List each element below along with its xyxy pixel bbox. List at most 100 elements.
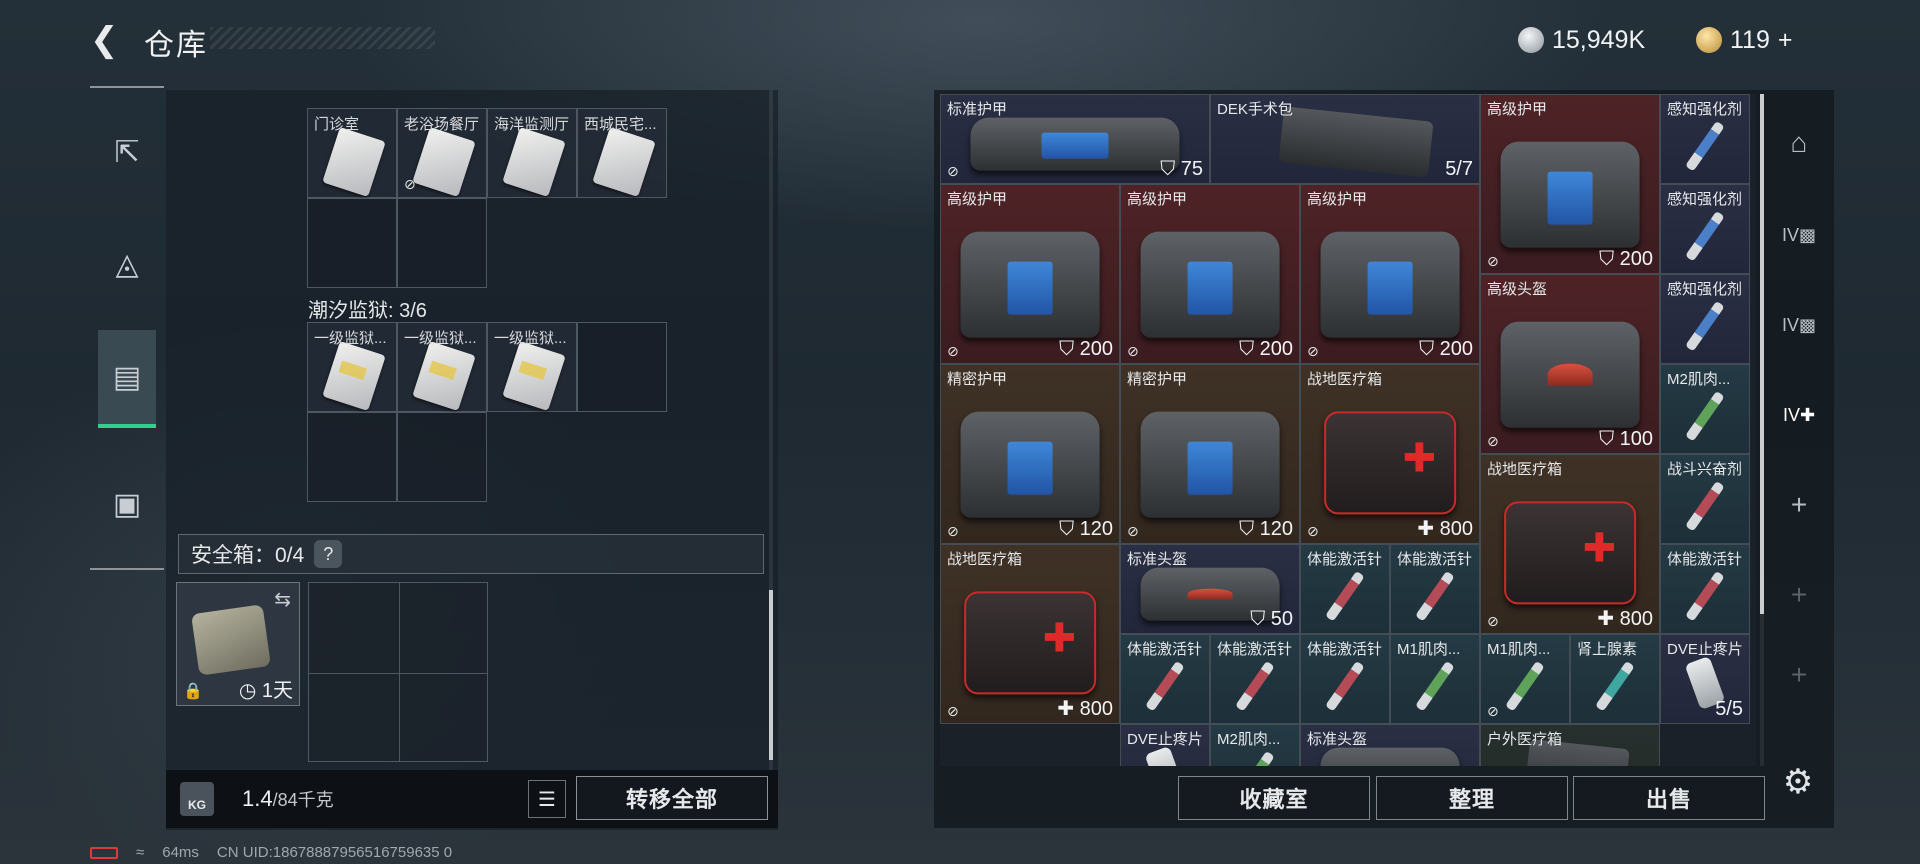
- inventory-item[interactable]: 精密护甲 ⛉ 120 ⊘: [1120, 364, 1300, 544]
- item-art: [1235, 750, 1275, 766]
- inventory-item[interactable]: 高级护甲 ⛉ 200 ⊘: [1480, 94, 1660, 274]
- keycard-art: [412, 341, 476, 411]
- hangar-icon[interactable]: ⌂: [1774, 118, 1824, 168]
- keycard-slot[interactable]: 门诊室: [307, 108, 397, 198]
- keycard-slot[interactable]: 一级监狱...: [487, 322, 577, 412]
- inventory-item[interactable]: 体能激活针: [1210, 634, 1300, 724]
- inventory-item[interactable]: 战地医疗箱 ✚ 800 ⊘: [940, 544, 1120, 724]
- inventory-item[interactable]: 感知强化剂: [1660, 274, 1750, 364]
- inventory-item[interactable]: 体能激活针: [1300, 634, 1390, 724]
- keycard-slot[interactable]: 海洋监测厅: [487, 108, 577, 198]
- safe-case-item[interactable]: ⇆ 🔒 ◷ 1天: [176, 582, 300, 706]
- item-art: [1145, 660, 1185, 712]
- collection-room-button[interactable]: 收藏室: [1178, 776, 1370, 820]
- inventory-item[interactable]: 体能激活针: [1300, 544, 1390, 634]
- inventory-item[interactable]: M1肌肉...: [1390, 634, 1480, 724]
- keycard-label: 老浴场餐厅: [404, 116, 480, 133]
- item-art: [1235, 660, 1275, 712]
- gold-currency[interactable]: 119 +: [1696, 20, 1792, 60]
- item-durability: 5/7: [1445, 158, 1473, 180]
- inventory-item[interactable]: 户外医疗箱: [1480, 724, 1660, 766]
- inventory-item[interactable]: 标准头盔 ⛉ 50: [1120, 544, 1300, 634]
- inventory-item[interactable]: 高级护甲 ⛉ 200 ⊘: [940, 184, 1120, 364]
- help-icon[interactable]: ?: [314, 540, 343, 568]
- inventory-item[interactable]: 精密护甲 ⛉ 120 ⊘: [940, 364, 1120, 544]
- uid-text: CN UID:18678887956516759635 0: [216, 844, 453, 861]
- rail-divider: [90, 86, 164, 88]
- move-all-button[interactable]: 转移全部: [576, 776, 768, 820]
- item-art: [1504, 501, 1636, 605]
- left-scrollbar[interactable]: [769, 90, 773, 770]
- armor-icon[interactable]: ◬: [98, 228, 156, 300]
- no-trade-icon: ⊘: [947, 523, 959, 539]
- inventory-item[interactable]: 标准头盔: [1300, 724, 1480, 766]
- inventory-item[interactable]: 战地医疗箱 ✚ 800 ⊘: [1480, 454, 1660, 634]
- item-name: 感知强化剂: [1667, 101, 1743, 118]
- item-durability: ⛉ 100: [1599, 428, 1653, 450]
- inventory-item[interactable]: 体能激活针: [1120, 634, 1210, 724]
- card-group-2: 一级监狱... 一级监狱... 一级监狱...: [307, 322, 669, 504]
- pistol-icon[interactable]: ⇱: [98, 116, 156, 188]
- inventory-item[interactable]: 战地医疗箱 ✚ 800 ⊘: [1300, 364, 1480, 544]
- plus-icon[interactable]: +: [1774, 570, 1824, 620]
- backpack-icon[interactable]: ▤: [98, 330, 156, 428]
- keycard-slot[interactable]: 一级监狱...: [307, 322, 397, 412]
- safe-box-slots: [308, 582, 488, 762]
- plus-icon[interactable]: +: [1774, 480, 1824, 530]
- cabinet-iv-icon[interactable]: IV▩: [1774, 210, 1824, 260]
- keycard-art: [322, 341, 386, 411]
- inventory-item[interactable]: DVE止疼片: [1120, 724, 1210, 766]
- right-scrollbar[interactable]: [1760, 94, 1764, 766]
- list-view-button[interactable]: ☰: [528, 780, 566, 818]
- toolbox-icon[interactable]: ▣: [98, 468, 156, 540]
- inventory-item[interactable]: M2肌肉...: [1660, 364, 1750, 454]
- keycard-label: 一级监狱...: [494, 330, 567, 347]
- silver-currency: 15,949K: [1518, 20, 1645, 60]
- item-name: 精密护甲: [947, 371, 1008, 388]
- inventory-item[interactable]: 战斗兴奋剂: [1660, 454, 1750, 544]
- gear-icon[interactable]: ⚙: [1778, 762, 1818, 802]
- inventory-item[interactable]: 标准护甲 ⛉ 75 ⊘: [940, 94, 1210, 184]
- inventory-item[interactable]: 肾上腺素: [1570, 634, 1660, 724]
- item-art: [1685, 390, 1725, 442]
- keycard-art: [502, 341, 566, 411]
- organize-button[interactable]: 整理: [1376, 776, 1568, 820]
- add-gold-button[interactable]: +: [1778, 26, 1793, 55]
- item-art: [1320, 747, 1460, 766]
- item-name: 战地医疗箱: [1487, 461, 1563, 478]
- inventory-item[interactable]: 体能激活针: [1390, 544, 1480, 634]
- safe-box-label: 安全箱：0/4: [191, 544, 305, 567]
- medkit-iv-add-icon[interactable]: IV✚: [1774, 390, 1824, 440]
- keycard-slot[interactable]: 老浴场餐厅 ⊘: [397, 108, 487, 198]
- item-durability: ⛉ 200: [1599, 248, 1653, 270]
- inventory-item[interactable]: 高级头盔 ⛉ 100 ⊘: [1480, 274, 1660, 454]
- inventory-item[interactable]: 体能激活针: [1660, 544, 1750, 634]
- back-arrow-icon[interactable]: ❮: [90, 20, 124, 60]
- inventory-item[interactable]: M2肌肉...: [1210, 724, 1300, 766]
- storage-tab-rail: ⌂ IV▩ IV▩ IV✚ + + +: [1768, 94, 1830, 774]
- item-art: [1595, 660, 1635, 712]
- inventory-item[interactable]: 高级护甲 ⛉ 200 ⊘: [1120, 184, 1300, 364]
- inventory-item[interactable]: 感知强化剂: [1660, 94, 1750, 184]
- keycard-label: 一级监狱...: [404, 330, 477, 347]
- inventory-item[interactable]: 感知强化剂: [1660, 184, 1750, 274]
- item-name: 高级护甲: [1307, 191, 1368, 208]
- plus-icon[interactable]: +: [1774, 650, 1824, 700]
- swap-icon[interactable]: ⇆: [274, 587, 291, 612]
- cabinet-iv-icon[interactable]: IV▩: [1774, 300, 1824, 350]
- keycard-slot[interactable]: 一级监狱...: [397, 322, 487, 412]
- inventory-item[interactable]: DVE止疼片 5/5: [1660, 634, 1750, 724]
- inventory-item[interactable]: 高级护甲 ⛉ 200 ⊘: [1300, 184, 1480, 364]
- item-art: [1685, 300, 1725, 352]
- inventory-item[interactable]: M1肌肉... ⊘: [1480, 634, 1570, 724]
- rail-divider: [90, 568, 164, 570]
- item-art: [970, 117, 1180, 171]
- item-durability: ⛉ 120: [1239, 518, 1293, 540]
- sell-button[interactable]: 出售: [1573, 776, 1765, 820]
- inventory-item[interactable]: DEK手术包 5/7: [1210, 94, 1480, 184]
- item-name: M2肌肉...: [1667, 371, 1731, 388]
- empty-slot: [397, 412, 487, 502]
- keycard-slot[interactable]: 西城民宅...: [577, 108, 667, 198]
- item-name: 体能激活针: [1397, 551, 1473, 568]
- item-durability: ⛉ 200: [1419, 338, 1473, 360]
